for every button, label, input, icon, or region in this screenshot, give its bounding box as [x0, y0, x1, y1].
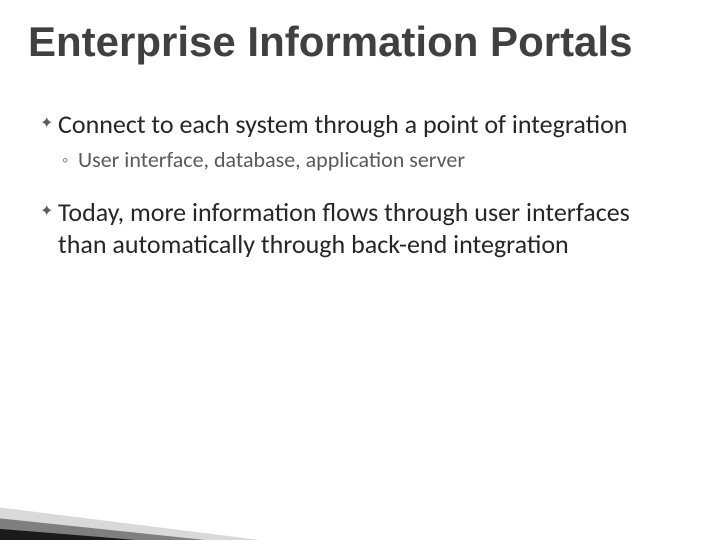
bullet-level1: ✦ Connect to each system through a point…	[40, 108, 670, 140]
bullet-icon: ✦	[40, 108, 58, 140]
slide-title: Enterprise Information Portals	[28, 18, 632, 66]
corner-decoration	[0, 430, 340, 540]
bullet-level2: ◦ User interface, database, application …	[62, 146, 670, 174]
bullet-text: Connect to each system through a point o…	[58, 108, 627, 140]
slide-body: ✦ Connect to each system through a point…	[40, 108, 670, 266]
bullet-text: Today, more information flows through us…	[58, 196, 670, 260]
bullet-level1: ✦ Today, more information flows through …	[40, 196, 670, 260]
subbullet-icon: ◦	[62, 146, 78, 174]
subbullet-text: User interface, database, application se…	[78, 146, 465, 174]
slide: Enterprise Information Portals ✦ Connect…	[0, 0, 720, 540]
bullet-icon: ✦	[40, 196, 58, 228]
